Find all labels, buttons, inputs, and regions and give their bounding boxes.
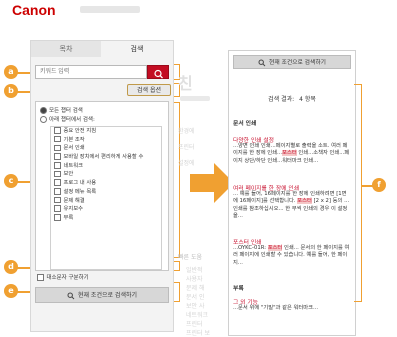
snippet-text: ...OYKC-01R:	[233, 245, 268, 251]
search-input[interactable]	[35, 65, 147, 79]
background-heading: 친	[178, 74, 193, 93]
callout-f: f	[372, 178, 386, 192]
result-category: 부록	[233, 286, 244, 292]
result-snippet: ...문서 위에 "기밀"과 같은 워터마크...	[233, 305, 351, 312]
search-icon	[154, 69, 163, 79]
callout-b: b	[4, 84, 18, 98]
tab-search[interactable]: 검색	[101, 41, 173, 57]
category-label: 중요 안전 지침	[63, 128, 97, 134]
callout-a: a	[4, 65, 18, 79]
results-count-unit: 항목	[304, 96, 316, 103]
category-list: 중요 안전 지침 기본 조작 문서 인쇄 모바일 장치에서 편리하게 사용할 수…	[50, 126, 162, 270]
callout-bracket-f	[354, 84, 362, 302]
category-label: 설정 메뉴 목록	[63, 188, 97, 195]
background-quick-item: 사용자	[186, 276, 203, 283]
category-item[interactable]: 설정 메뉴 목록	[51, 188, 161, 197]
checkbox-icon	[54, 170, 61, 178]
background-quick-item: 네트워크	[186, 312, 209, 319]
category-item[interactable]: 모바일 장치에서 편리하게 사용할 수	[51, 153, 161, 162]
background-quick-heading: 빠른 도움	[178, 254, 202, 261]
category-item[interactable]: 부록	[51, 214, 161, 223]
checkbox-icon	[54, 179, 61, 186]
category-label: 부록	[63, 214, 74, 221]
category-item[interactable]: 중요 안전 지침	[51, 127, 161, 136]
category-label: 네트워크	[63, 162, 84, 169]
checkbox-icon	[54, 162, 61, 169]
radio-selected-icon	[40, 107, 47, 114]
search-with-conditions-button[interactable]: 현재 조건으로 검색하기	[233, 55, 351, 69]
background-quick-item: 문서 인	[186, 294, 205, 301]
background-line: 환경에	[178, 128, 195, 135]
keyword-highlight: 포스터	[267, 245, 283, 251]
background-line: 프린터	[178, 144, 195, 151]
category-item[interactable]: 프로그 내 사용	[51, 179, 161, 188]
category-item[interactable]: 네트워크	[51, 162, 161, 171]
search-button[interactable]	[147, 65, 169, 79]
checkbox-icon	[54, 144, 61, 152]
category-label: 프로그 내 사용	[63, 180, 97, 187]
scope-all-radio[interactable]: 모든 챕터 검색	[40, 106, 83, 114]
background-quick-item: 프린터 보	[186, 330, 210, 337]
checkbox-icon	[54, 153, 61, 160]
checkbox-icon	[54, 205, 61, 212]
radio-icon	[40, 116, 47, 123]
results-count-label: 검색 결과:	[268, 96, 295, 103]
search-panel: 목차 검색 검색 옵션 모든 챕터 검색 아래 챕터에서 검색: 중요 안전 지…	[30, 40, 174, 332]
category-label: 기본 조작	[63, 136, 85, 143]
result-snippet: ...양면 인쇄 인쇄...페이지별로 출력을 소트. 여러 페이지를 한 장에…	[233, 143, 351, 165]
background-line	[180, 96, 210, 101]
callout-d: d	[4, 260, 18, 274]
search-results-panel: 현재 조건으로 검색하기 검색 결과: 4 항목 문서 인쇄 다양한 인쇄 설정…	[228, 50, 356, 336]
search-options-button[interactable]: 검색 옵션	[127, 84, 171, 96]
scope-all-label: 모든 챕터 검색	[49, 108, 83, 114]
category-item[interactable]: 기본 조작	[51, 135, 161, 145]
case-sensitive-checkbox[interactable]: 대소문자 구분하기	[37, 273, 89, 281]
category-label: 보안	[63, 171, 74, 178]
category-label: 유지보수	[63, 206, 84, 213]
case-sensitive-label: 대소문자 구분하기	[46, 275, 89, 281]
checkbox-icon	[54, 196, 61, 204]
background-quick-item: 일반적	[186, 267, 203, 274]
category-item[interactable]: 문서 인쇄	[51, 144, 161, 153]
checkbox-icon	[54, 214, 61, 221]
checkbox-icon	[54, 127, 61, 134]
results-count: 검색 결과: 4 항목	[229, 94, 355, 103]
category-item[interactable]: 유지보수	[51, 205, 161, 214]
results-button-label: 현재 조건으로 검색하기	[268, 60, 327, 66]
background-quick-item: 보안 사	[186, 303, 205, 310]
search-options-panel: 모든 챕터 검색 아래 챕터에서 검색: 중요 안전 지침 기본 조작 문서 인…	[35, 101, 169, 271]
checkbox-icon	[54, 188, 61, 195]
canon-logo: Canon	[12, 2, 56, 18]
tab-toc[interactable]: 목차	[31, 41, 101, 57]
search-with-conditions-button[interactable]: 현재 조건으로 검색하기	[35, 287, 169, 303]
search-button-label: 현재 조건으로 검색하기	[77, 292, 137, 299]
header-placeholder	[80, 6, 140, 13]
search-icon	[258, 59, 266, 66]
keyword-highlight: 포스터	[297, 198, 312, 205]
callout-e: e	[4, 284, 18, 298]
keyword-highlight: 포스터	[282, 150, 297, 157]
category-label: 모바일 장치에서 편리하게 사용할 수	[63, 154, 144, 161]
result-snippet: ...OYKC-01R: 포스터 인쇄... 문서의 한 페이지를 여러 페이지…	[233, 245, 351, 267]
checkbox-icon	[37, 274, 44, 281]
category-item[interactable]: 문제 해결	[51, 196, 161, 206]
background-quick-item: 프린터	[186, 321, 203, 328]
scope-selected-radio[interactable]: 아래 챕터에서 검색:	[40, 115, 95, 123]
result-category: 문서 인쇄	[233, 121, 257, 127]
background-line: 설정에	[178, 160, 195, 167]
search-icon	[67, 292, 75, 299]
background-quick-item: 문제 해	[186, 285, 205, 292]
callout-c: c	[4, 174, 18, 188]
arrow-right-icon	[190, 174, 216, 192]
category-label: 문서 인쇄	[63, 145, 85, 152]
result-snippet: ... 예를 들어, 16페이지를 한 장에 인쇄하려면 [1면에 16페이지]…	[233, 191, 351, 221]
checkbox-icon	[54, 135, 61, 143]
category-item[interactable]: 보안	[51, 170, 161, 179]
results-count-value: 4	[299, 96, 303, 103]
scope-selected-label: 아래 챕터에서 검색:	[49, 117, 95, 123]
snippet-text: ...문서 위에 "기밀"과 같은 워터마크...	[233, 305, 319, 311]
category-label: 문제 해결	[63, 197, 85, 204]
